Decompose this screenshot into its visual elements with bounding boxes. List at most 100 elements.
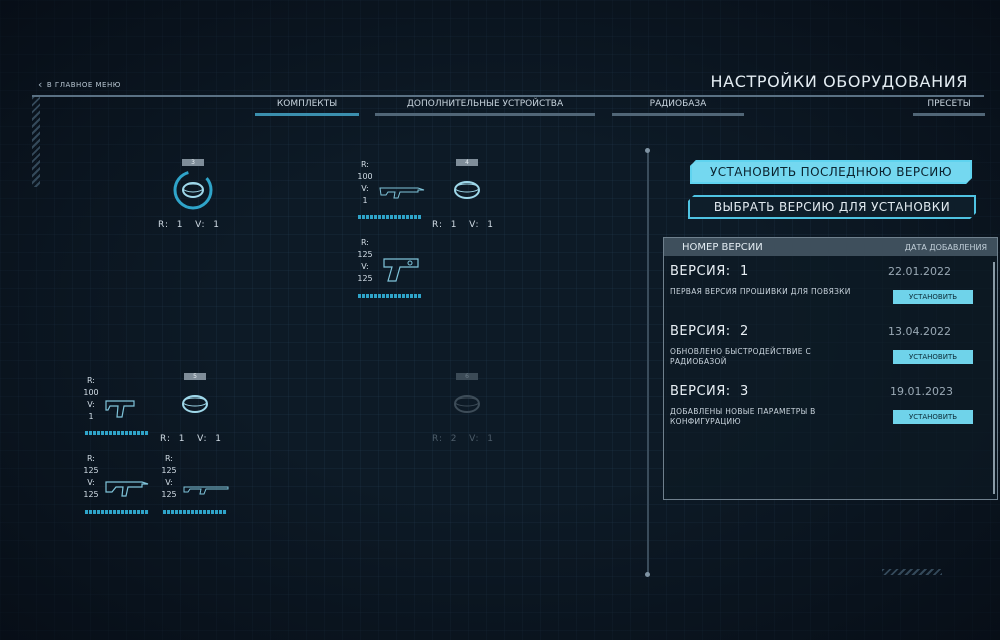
- kit-rv-stats: R: 2 V: 1: [432, 434, 494, 444]
- date-column-header: ДАТА ДОБАВЛЕНИЯ: [904, 242, 987, 252]
- device-signal-bar: [163, 510, 227, 514]
- v-label: V:: [361, 184, 369, 193]
- armband-icon[interactable]: [173, 170, 213, 214]
- r-label: R:: [360, 160, 369, 169]
- r-value: 125: [357, 250, 373, 259]
- r-value: 125: [83, 466, 99, 475]
- version-title: ВЕРСИЯ: 3: [670, 384, 749, 399]
- tab-underline: [375, 113, 595, 116]
- device-stats: R: 125 V: 125: [158, 453, 180, 501]
- r-value: 100: [83, 388, 99, 397]
- version-date: 13.04.2022: [888, 325, 951, 338]
- device-stats: R: 125 V: 125: [80, 453, 102, 501]
- version-number: 2: [739, 324, 749, 339]
- tab-radiobase-label: РАДИОБАЗА: [649, 99, 707, 109]
- kit-rv-stats: R: 1 V: 1: [432, 220, 494, 230]
- v-value: 125: [357, 274, 373, 283]
- tab-kits-label: КОМПЛЕКТЫ: [276, 99, 338, 109]
- tab-presets[interactable]: ПРЕСЕТЫ: [913, 99, 985, 116]
- v-label: V:: [87, 478, 95, 487]
- r-label: R:: [432, 220, 444, 230]
- tab-underline: [255, 113, 359, 116]
- version-list-scrollbar[interactable]: [993, 262, 995, 494]
- v-value: 1: [487, 434, 495, 444]
- r-value: 1: [178, 434, 186, 444]
- chevron-left-icon: ‹: [38, 78, 43, 91]
- smg-icon[interactable]: [378, 183, 426, 203]
- version-description: ДОБАВЛЕНЫ НОВЫЕ ПАРАМЕТРЫ В КОНФИГУРАЦИЮ: [670, 407, 816, 426]
- back-to-menu-link[interactable]: ‹ В ГЛАВНОЕ МЕНЮ: [38, 78, 121, 91]
- r-label: R:: [164, 454, 173, 463]
- install-version-button[interactable]: УСТАНОВИТЬ: [893, 290, 973, 304]
- v-value: 125: [161, 490, 177, 499]
- r-value: 1: [176, 220, 184, 230]
- divider-dot: [645, 148, 650, 153]
- r-label: R:: [86, 454, 95, 463]
- version-date: 22.01.2022: [888, 265, 951, 278]
- version-list-header: НОМЕР ВЕРСИИ ДАТА ДОБАВЛЕНИЯ: [664, 238, 997, 256]
- v-label: V:: [197, 434, 208, 444]
- version-column-header: НОМЕР ВЕРСИИ: [682, 241, 763, 253]
- r-label: R:: [86, 376, 95, 385]
- tab-underline: [612, 113, 744, 116]
- armband-icon[interactable]: [180, 392, 210, 420]
- r-value: 2: [450, 434, 458, 444]
- sniper-icon[interactable]: [182, 481, 230, 500]
- v-value: 1: [487, 220, 495, 230]
- kit-number-badge: 4: [456, 159, 478, 166]
- version-label: ВЕРСИЯ:: [670, 264, 731, 279]
- r-label: R:: [160, 434, 172, 444]
- back-label: В ГЛАВНОЕ МЕНЮ: [46, 80, 121, 89]
- v-label: V:: [469, 434, 480, 444]
- armband-icon[interactable]: [452, 178, 482, 206]
- install-version-button[interactable]: УСТАНОВИТЬ: [893, 410, 973, 424]
- tab-presets-label: ПРЕСЕТЫ: [927, 99, 971, 109]
- r-label: R:: [158, 220, 170, 230]
- v-label: V:: [87, 400, 95, 409]
- v-value: 1: [215, 434, 223, 444]
- divider-dot: [645, 572, 650, 577]
- version-label: ВЕРСИЯ:: [670, 384, 731, 399]
- device-stats: R: 100 V: 1: [354, 159, 376, 207]
- v-label: V:: [361, 262, 369, 271]
- decor-stripes: [882, 569, 942, 575]
- uzi-icon[interactable]: [104, 397, 140, 423]
- tab-additional-devices-label: ДОПОЛНИТЕЛЬНЫЕ УСТРОЙСТВА: [406, 99, 564, 109]
- v-value: 125: [83, 490, 99, 499]
- header-divider: [32, 95, 984, 97]
- r-value: 100: [357, 172, 373, 181]
- kit-rv-stats: R: 1 V: 1: [160, 434, 222, 444]
- tab-underline: [913, 113, 985, 116]
- device-stats: R: 100 V: 1: [80, 375, 102, 423]
- device-signal-bar: [85, 510, 149, 514]
- tab-radiobase[interactable]: РАДИОБАЗА: [612, 99, 744, 116]
- v-label: V:: [469, 220, 480, 230]
- v-value: 1: [213, 220, 221, 230]
- version-description: ОБНОВЛЕНО БЫСТРОДЕЙСТВИЕ С РАДИОБАЗОЙ: [670, 347, 811, 366]
- version-title: ВЕРСИЯ: 1: [670, 264, 749, 279]
- version-number: 3: [739, 384, 749, 399]
- pistol-icon[interactable]: [382, 255, 422, 287]
- device-signal-bar: [85, 431, 149, 435]
- version-label: ВЕРСИЯ:: [670, 324, 731, 339]
- tab-kits[interactable]: КОМПЛЕКТЫ: [255, 99, 359, 116]
- rifle-icon[interactable]: [104, 476, 150, 502]
- version-title: ВЕРСИЯ: 2: [670, 324, 749, 339]
- r-value: 125: [161, 466, 177, 475]
- choose-version-button[interactable]: ВЫБРАТЬ ВЕРСИЮ ДЛЯ УСТАНОВКИ: [688, 195, 976, 219]
- device-stats: R: 125 V: 125: [354, 237, 376, 285]
- version-description: ПЕРВАЯ ВЕРСИЯ ПРОШИВКИ ДЛЯ ПОВЯЗКИ: [670, 287, 851, 296]
- kit-number-badge: 6: [456, 373, 478, 380]
- install-latest-button[interactable]: УСТАНОВИТЬ ПОСЛЕДНЮЮ ВЕРСИЮ: [690, 160, 972, 184]
- version-date: 19.01.2023: [890, 385, 953, 398]
- tab-additional-devices[interactable]: ДОПОЛНИТЕЛЬНЫЕ УСТРОЙСТВА: [375, 99, 595, 116]
- v-value: 1: [362, 196, 368, 205]
- r-label: R:: [432, 434, 444, 444]
- page-title: НАСТРОЙКИ ОБОРУДОВАНИЯ: [710, 72, 968, 91]
- install-version-button[interactable]: УСТАНОВИТЬ: [893, 350, 973, 364]
- v-label: V:: [165, 478, 173, 487]
- decor-stripes: [32, 97, 40, 187]
- armband-icon[interactable]: [452, 392, 482, 420]
- r-label: R:: [360, 238, 369, 247]
- vertical-divider: [647, 152, 649, 576]
